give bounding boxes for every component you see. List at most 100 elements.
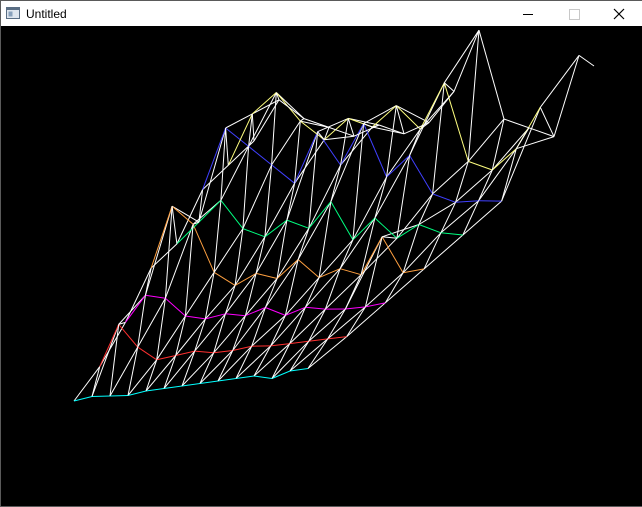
mesh-line-diagonal — [304, 277, 320, 308]
mesh-line-diagonal — [235, 345, 253, 379]
mesh-line-diagonal — [300, 118, 305, 122]
mesh-line-row — [265, 307, 286, 316]
title-bar[interactable]: Untitled — [1, 0, 642, 26]
mesh-line-row — [286, 219, 310, 229]
mesh-line-row — [248, 146, 272, 166]
mesh-line-depth — [99, 322, 126, 367]
mesh-line-depth — [156, 315, 186, 361]
mesh-line-diagonal — [327, 308, 346, 340]
mesh-line-depth — [264, 259, 299, 308]
close-icon — [613, 8, 625, 20]
mesh-line-depth — [276, 228, 310, 279]
mesh-line-diagonal — [330, 164, 342, 202]
mesh-line-diagonal — [234, 228, 244, 286]
mesh-line-row — [491, 148, 517, 171]
mesh-line-row — [176, 221, 200, 245]
close-button[interactable] — [597, 1, 642, 26]
mesh-line-depth — [478, 148, 517, 201]
mesh-line-row — [345, 306, 366, 310]
mesh-line-diagonal — [199, 352, 215, 384]
mesh-line-row — [165, 297, 186, 317]
mesh-line-depth — [285, 277, 320, 316]
mesh-line-diagonal — [360, 217, 376, 275]
mesh-line-row — [409, 155, 434, 195]
mesh-line-depth — [462, 200, 502, 236]
mesh-line-diagonal — [171, 206, 178, 244]
mesh-line-diagonal — [163, 355, 177, 389]
mesh-line-depth — [440, 200, 479, 234]
mesh-line-diagonal — [289, 341, 310, 372]
mesh-line-row — [455, 200, 479, 203]
mesh-line-row — [145, 388, 165, 392]
mesh-line-depth — [137, 297, 166, 348]
mesh-line-depth — [324, 135, 355, 141]
mesh-line-row — [396, 224, 420, 239]
mesh-line-row — [339, 268, 362, 276]
mesh-line-diagonal — [386, 105, 397, 178]
mesh-line-row — [264, 219, 288, 238]
mesh-line-depth — [73, 366, 101, 402]
mesh-line-depth — [145, 355, 177, 392]
mesh-line-diagonal — [467, 30, 480, 162]
mesh-line-depth — [402, 232, 442, 274]
mesh-line-diagonal — [217, 350, 234, 382]
window-title: Untitled — [26, 7, 67, 21]
mesh-line-diagonal — [324, 268, 341, 310]
mesh-line-row — [386, 155, 410, 178]
mesh-line-row — [194, 350, 214, 354]
mesh-line-row — [242, 228, 266, 238]
mesh-line-diagonal — [339, 239, 354, 269]
mesh-line-diagonal — [127, 347, 139, 396]
mesh-line-depth — [289, 308, 326, 344]
render-canvas[interactable] — [2, 26, 642, 506]
mesh-line-depth — [213, 315, 246, 354]
mesh-line-row — [443, 82, 469, 162]
mesh-line-depth — [539, 55, 580, 108]
mesh-line-diagonal — [462, 200, 480, 236]
mesh-line-diagonal — [294, 121, 301, 184]
mesh-line-row — [137, 346, 157, 361]
mesh-line-row — [225, 127, 249, 147]
mesh-line-diagonal — [232, 315, 246, 351]
mesh-line-depth — [199, 350, 234, 384]
mesh-line-diagonal — [402, 224, 420, 273]
mesh-line-depth — [202, 164, 229, 190]
mesh-line-row — [468, 160, 493, 171]
mesh-line-depth — [365, 272, 404, 308]
mesh-line-row — [403, 122, 430, 135]
mesh-line-depth — [271, 120, 301, 166]
mesh-line-diagonal — [270, 315, 286, 347]
mesh-line-depth — [275, 92, 305, 119]
mesh-line-diagonal — [224, 285, 236, 314]
mesh-line-diagonal — [184, 224, 194, 317]
mesh-line-diagonal — [382, 236, 397, 239]
mesh-line-tail — [578, 54, 595, 67]
mesh-line-row — [213, 271, 236, 286]
mesh-line-row — [225, 313, 246, 317]
mesh-line-diagonal — [145, 359, 158, 392]
mesh-line-depth — [171, 205, 200, 223]
wireframe-surface — [73, 29, 595, 402]
mesh-line-row — [255, 272, 278, 279]
mesh-line-depth — [220, 146, 250, 201]
mesh-line-depth — [423, 234, 464, 270]
mesh-line-depth — [443, 29, 480, 84]
mesh-line-row — [553, 55, 580, 137]
mesh-line-row — [213, 350, 233, 354]
maximize-icon — [569, 9, 580, 20]
mesh-line-depth — [286, 131, 319, 221]
mesh-line-diagonal — [374, 176, 388, 219]
maximize-button[interactable] — [551, 1, 597, 26]
mesh-line-diagonal — [384, 272, 404, 304]
mesh-line-row — [297, 259, 320, 278]
mesh-line-row — [220, 199, 244, 229]
mesh-line-diagonal — [308, 308, 326, 342]
minimize-button[interactable] — [505, 1, 551, 26]
mesh-line-diagonal — [255, 236, 266, 274]
mesh-line-row — [253, 375, 273, 379]
mesh-line-row — [432, 193, 456, 203]
mesh-line-depth — [307, 336, 348, 369]
mesh-line-depth — [194, 313, 226, 352]
mesh-line-diagonal — [213, 200, 222, 273]
mesh-line-row — [305, 306, 326, 310]
